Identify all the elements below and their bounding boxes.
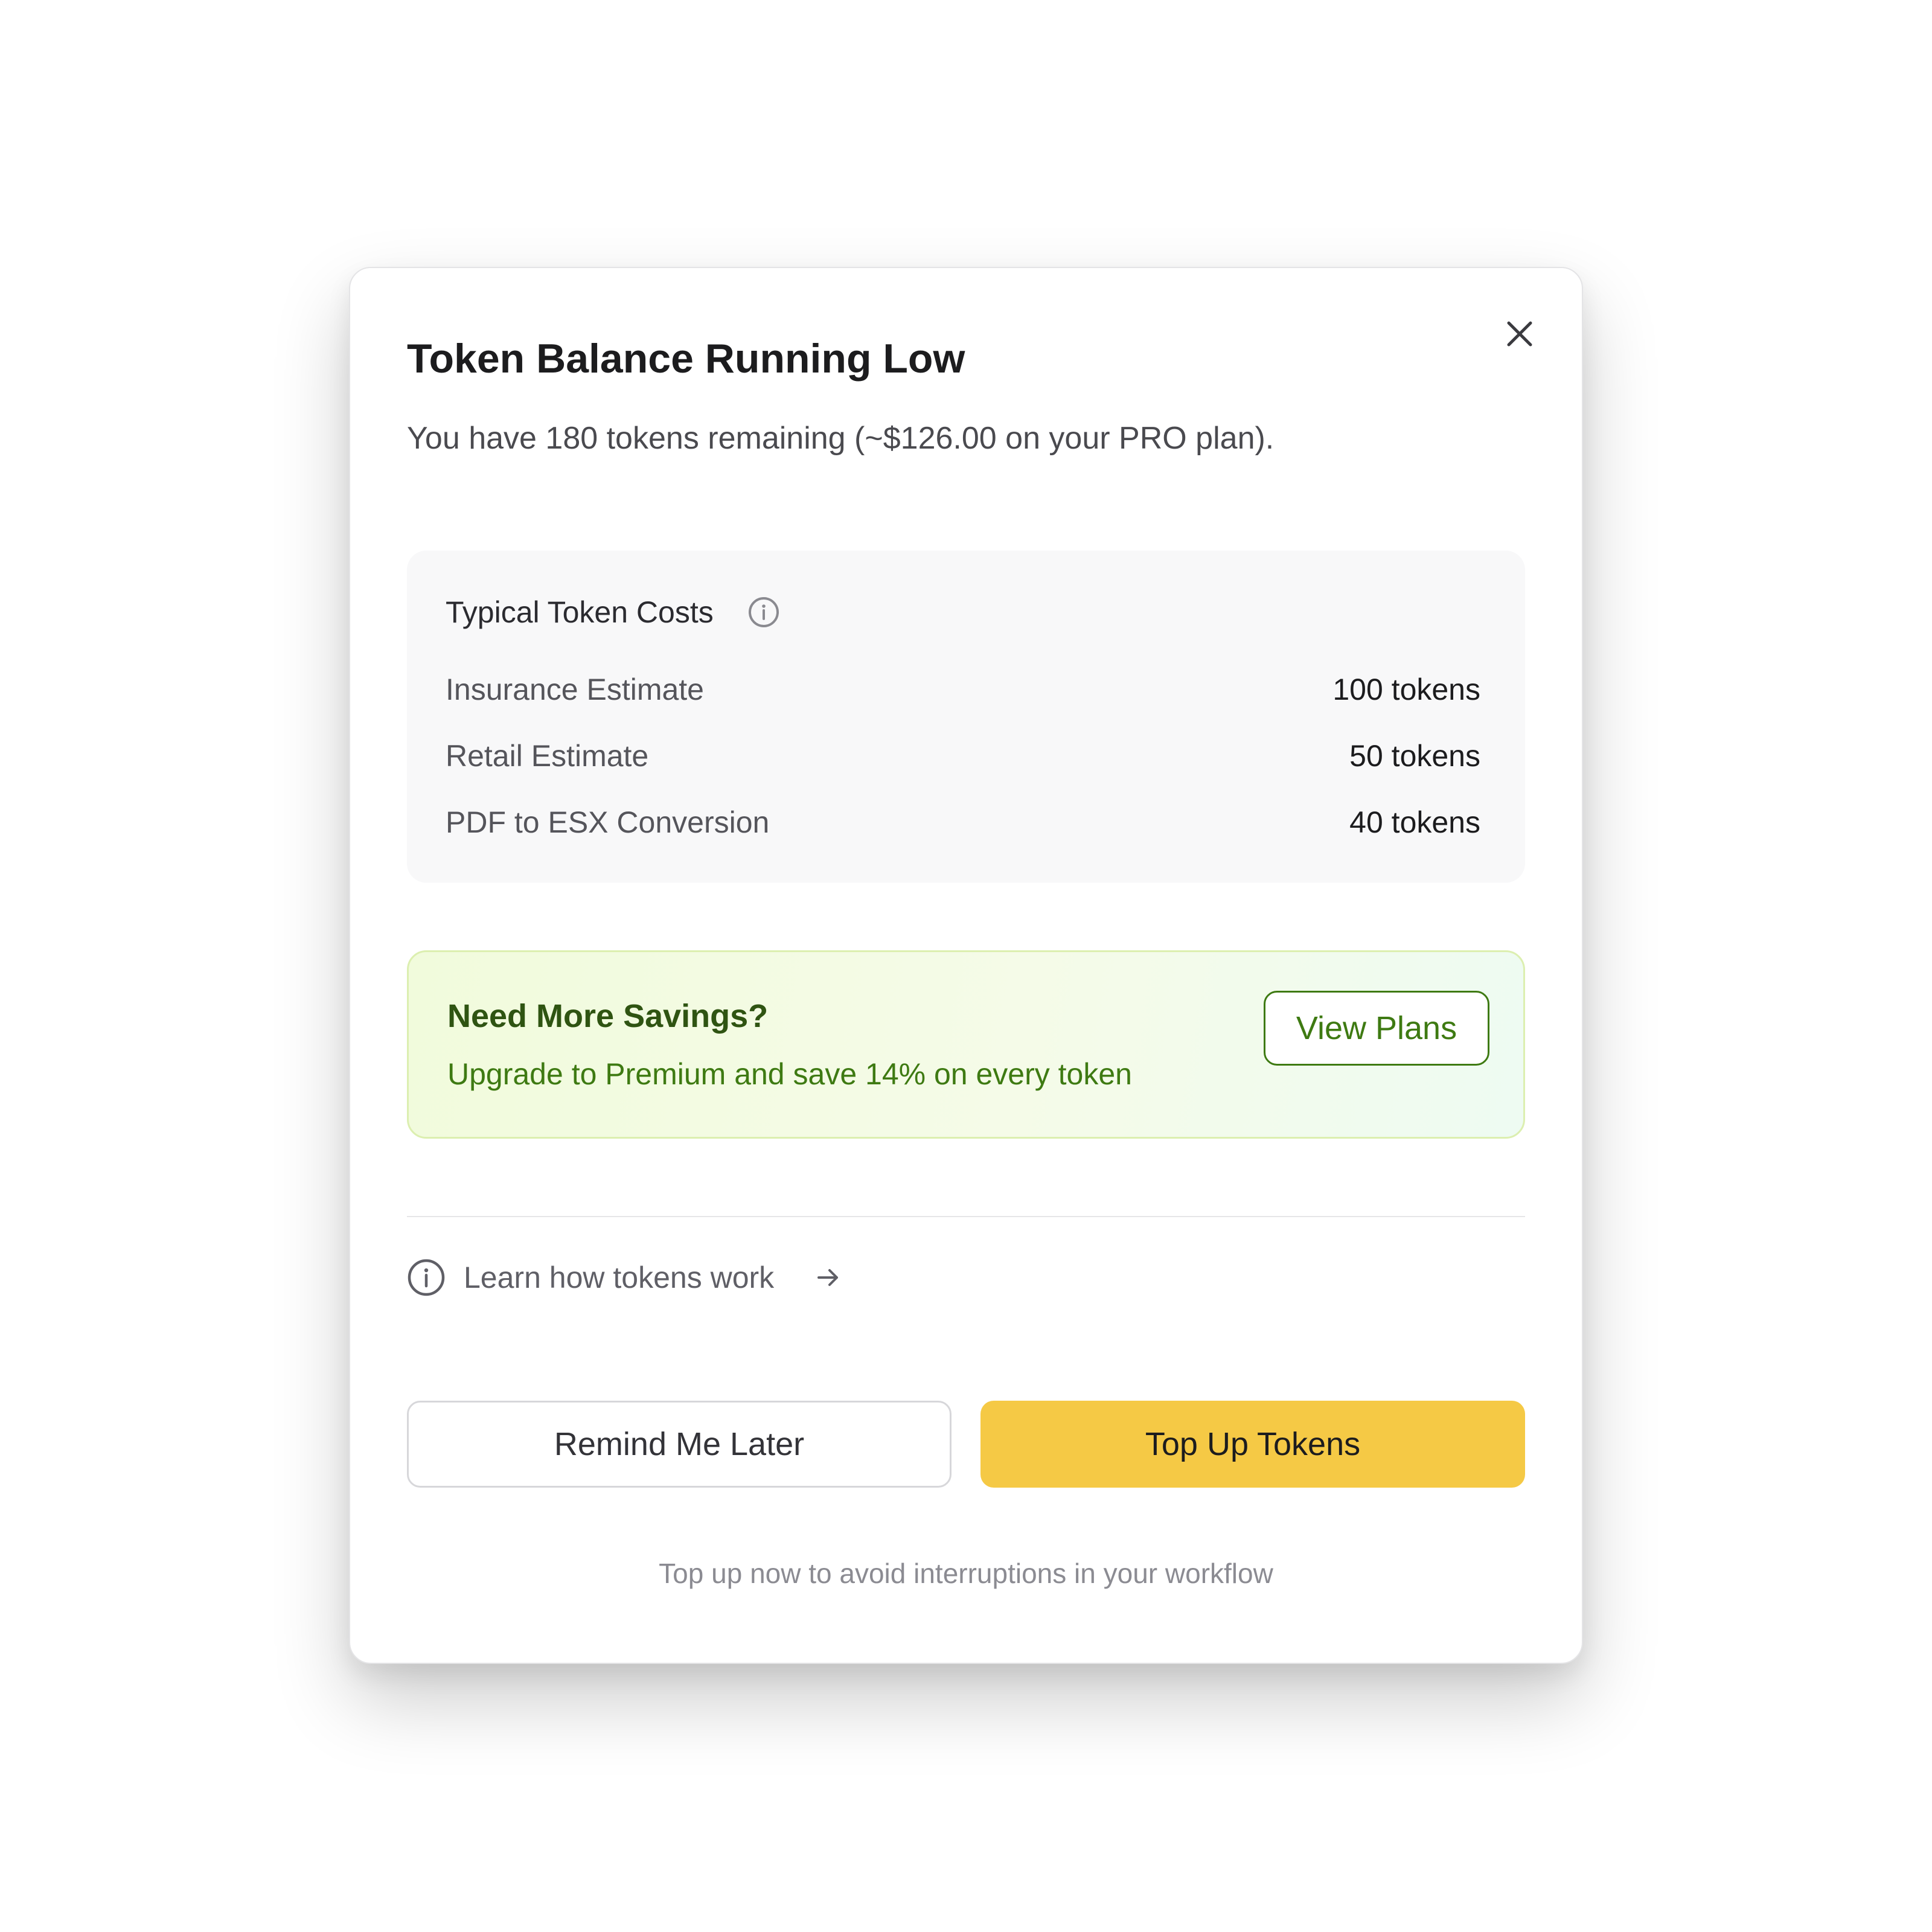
- cost-value: 50 tokens: [1349, 739, 1480, 773]
- learn-tokens-link[interactable]: Learn how tokens work: [407, 1258, 842, 1297]
- promo-text: Upgrade to Premium and save 14% on every…: [447, 1057, 1132, 1091]
- costs-header: Typical Token Costs: [446, 593, 780, 632]
- token-costs-card: Typical Token Costs Insurance Estimate 1…: [407, 551, 1525, 883]
- cost-row: Retail Estimate 50 tokens: [446, 737, 1480, 775]
- modal-title: Token Balance Running Low: [407, 336, 965, 382]
- promo-title: Need More Savings?: [447, 998, 769, 1034]
- cost-label: PDF to ESX Conversion: [446, 805, 770, 839]
- upgrade-promo: Need More Savings? Upgrade to Premium an…: [407, 950, 1525, 1139]
- top-up-tokens-button[interactable]: Top Up Tokens: [980, 1401, 1525, 1488]
- close-button[interactable]: [1496, 310, 1543, 357]
- balance-summary: You have 180 tokens remaining (~$126.00 …: [407, 421, 1275, 456]
- footer-note: Top up now to avoid interruptions in you…: [659, 1558, 1273, 1589]
- cost-label: Retail Estimate: [446, 739, 649, 773]
- cost-row: Insurance Estimate 100 tokens: [446, 670, 1480, 709]
- cost-label: Insurance Estimate: [446, 673, 704, 706]
- token-low-modal: Token Balance Running Low You have 180 t…: [349, 267, 1583, 1664]
- cost-value: 40 tokens: [1349, 805, 1480, 839]
- cost-row: PDF to ESX Conversion 40 tokens: [446, 803, 1480, 842]
- remind-me-later-button[interactable]: Remind Me Later: [407, 1401, 952, 1488]
- info-icon: [407, 1258, 446, 1297]
- arrow-right-icon: [815, 1264, 842, 1291]
- view-plans-button[interactable]: View Plans: [1264, 991, 1489, 1066]
- cost-value: 100 tokens: [1332, 673, 1480, 706]
- divider: [407, 1216, 1525, 1217]
- info-icon[interactable]: [747, 596, 780, 629]
- costs-title: Typical Token Costs: [446, 595, 714, 629]
- close-icon: [1507, 321, 1532, 347]
- learn-tokens-label: Learn how tokens work: [464, 1261, 775, 1294]
